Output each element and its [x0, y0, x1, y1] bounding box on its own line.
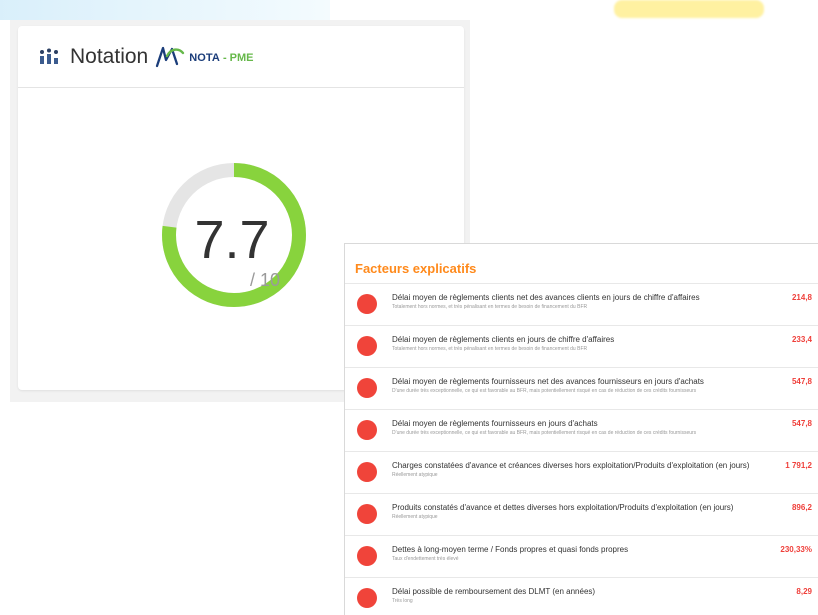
logo-pme-text: PME: [229, 52, 254, 64]
factor-description: Réellement atypique: [392, 514, 438, 520]
factor-title: Délai moyen de règlements clients en jou…: [392, 335, 615, 344]
factor-title: Charges constatées d'avance et créances …: [392, 461, 750, 470]
background-blur-yellow: [614, 0, 764, 18]
factor-value: 547,8: [791, 377, 812, 386]
status-dot: [357, 504, 377, 524]
explanatory-factors-card: Facteurs explicatifs Délai moyen de règl…: [345, 244, 818, 615]
factor-description: D'une durée très exceptionnelle, ce qui …: [392, 388, 697, 394]
notation-header: Notation NOTA - PME: [18, 26, 464, 88]
factor-value: 896,2: [791, 503, 812, 512]
status-dot: [357, 462, 377, 482]
factor-value: 214,8: [791, 293, 812, 302]
factor-value: 1 791,2: [785, 461, 812, 470]
status-dot: [357, 294, 377, 314]
factor-description: Réellement atypique: [392, 472, 438, 478]
factor-value: 8,29: [796, 587, 812, 596]
factors-title: Facteurs explicatifs: [355, 261, 477, 276]
status-dot: [357, 546, 377, 566]
factor-value: 547,8: [791, 419, 812, 428]
factor-title: Délai moyen de règlements fournisseurs n…: [392, 377, 704, 386]
factor-row[interactable]: Charges constatées d'avance et créances …: [345, 451, 818, 493]
factor-row[interactable]: Dettes à long-moyen terme / Fonds propre…: [345, 535, 818, 577]
factor-description: Très long: [392, 598, 413, 604]
logo-separator: -: [222, 52, 227, 64]
factor-description: D'une durée très exceptionnelle, ce qui …: [392, 430, 697, 436]
nota-pme-logo-icon: [156, 46, 185, 67]
factor-row[interactable]: Délai moyen de règlements clients en jou…: [345, 325, 818, 367]
bar-chart-people-icon: [40, 48, 58, 64]
factor-row[interactable]: Délai moyen de règlements fournisseurs e…: [345, 409, 818, 451]
factor-value: 233,4: [791, 335, 812, 344]
factor-title: Délai possible de remboursement des DLMT…: [392, 587, 596, 596]
factor-description: Totalement hors normes, et très pénalisa…: [392, 304, 588, 310]
notation-title: Notation: [70, 44, 149, 68]
factor-title: Dettes à long-moyen terme / Fonds propre…: [392, 545, 629, 554]
factor-description: Taux d'endettement très élevé: [392, 556, 459, 562]
factor-row[interactable]: Délai moyen de règlements fournisseurs n…: [345, 367, 818, 409]
logo-nota-text: NOTA: [189, 52, 220, 64]
score-value: 7.7: [194, 210, 270, 270]
factor-title: Produits constatés d'avance et dettes di…: [392, 503, 734, 512]
status-dot: [357, 378, 377, 398]
factor-row[interactable]: Délai moyen de règlements clients net de…: [345, 283, 818, 325]
score-max: / 10: [250, 270, 281, 290]
status-dot: [357, 420, 377, 440]
factor-title: Délai moyen de règlements clients net de…: [392, 293, 700, 302]
factor-description: Totalement hors normes, et très pénalisa…: [392, 346, 588, 352]
factor-value: 230,33%: [780, 545, 812, 554]
nota-pme-logo: NOTA - PME: [154, 44, 253, 70]
background-blur-blue: [0, 0, 330, 20]
screenshot-stage: Notation NOTA - PME 7.7 / 10 Facteurs ex…: [0, 0, 818, 615]
factor-title: Délai moyen de règlements fournisseurs e…: [392, 419, 598, 428]
factor-row[interactable]: Produits constatés d'avance et dettes di…: [345, 493, 818, 535]
status-dot: [357, 588, 377, 608]
status-dot: [357, 336, 377, 356]
factor-row[interactable]: Délai possible de remboursement des DLMT…: [345, 577, 818, 615]
